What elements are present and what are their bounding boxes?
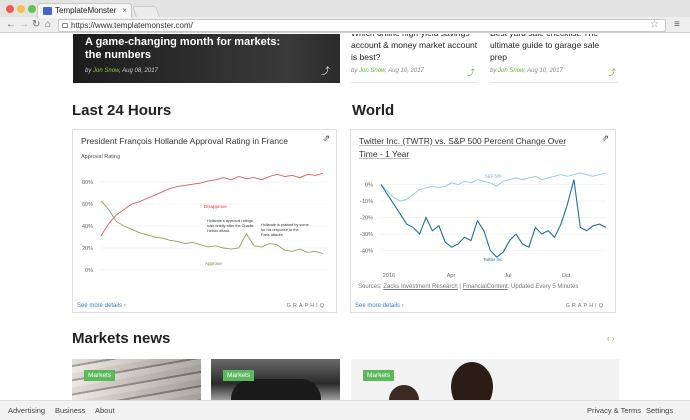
y-tick-label: 80% — [82, 180, 93, 186]
close-window-icon[interactable] — [6, 5, 14, 13]
series-label: Twitter Inc. — [483, 257, 503, 262]
y-tick-label: -10% — [360, 199, 373, 205]
news-card[interactable]: Markets — [351, 359, 619, 400]
y-tick-label: -20% — [360, 216, 373, 222]
featured-author[interactable]: Jon Snow — [93, 68, 119, 74]
news-card[interactable]: Markets — [211, 359, 340, 400]
annotation: Hollande is praised by some for his respo… — [261, 223, 309, 237]
category-badge[interactable]: Markets — [223, 370, 255, 381]
address-bar[interactable]: https://www.templatemonster.com/ ☆ — [58, 19, 666, 32]
share-icon[interactable]: ⤴ — [321, 64, 330, 77]
source-link[interactable]: FinancialContent — [463, 284, 508, 290]
approval-chart: Approval Rating 0% 20% 40% 60% 80% Disapprove A… — [81, 154, 328, 274]
series-line — [380, 179, 607, 258]
see-more-link[interactable]: See more details › — [355, 303, 404, 309]
y-axis-label: Approval Rating — [81, 154, 120, 160]
share-icon[interactable]: ⤴ — [608, 67, 616, 78]
article-title[interactable]: Best yard sale checklist: The ultimate g… — [490, 34, 618, 63]
section-title-markets-news: Markets news — [72, 330, 171, 347]
minimize-window-icon[interactable] — [17, 5, 25, 13]
y-tick-label: 20% — [82, 246, 93, 252]
favicon-icon — [43, 7, 52, 15]
featured-byline: by Jon Snow, Aug 08, 2017 — [85, 68, 158, 74]
article-title[interactable]: Which online high-yield savings account … — [351, 34, 479, 63]
carousel-prev-icon[interactable]: ‹ — [607, 334, 610, 343]
featured-article[interactable]: A game-changing month for markets: the n… — [73, 34, 340, 83]
footer-link-about[interactable]: About — [95, 401, 115, 420]
section-title-world: World — [352, 102, 395, 119]
chart-card-approval: President François Hollande Approval Rat… — [72, 129, 337, 313]
bookmark-star-icon[interactable]: ☆ — [650, 19, 659, 31]
browser-menu-icon[interactable]: ≡ — [674, 19, 680, 31]
y-tick-label: 0% — [85, 268, 93, 274]
series-label-approve: Approve — [205, 261, 222, 266]
back-arrow-icon[interactable]: ← — [6, 18, 16, 32]
carousel-next-icon[interactable]: › — [612, 334, 615, 343]
carousel-arrows: ‹ › — [607, 334, 615, 343]
graphiq-logo: GRAPHIQ — [565, 303, 605, 309]
new-tab-button[interactable] — [131, 6, 161, 17]
x-tick-label: Jul — [504, 273, 511, 279]
close-tab-icon[interactable]: × — [122, 4, 127, 18]
maximize-window-icon[interactable] — [28, 5, 36, 13]
y-tick-label: -30% — [360, 232, 373, 238]
y-tick-label: 40% — [82, 224, 93, 230]
y-tick-label: 60% — [82, 202, 93, 208]
y-tick-label: -40% — [360, 249, 373, 255]
y-tick-label: 0% — [365, 183, 373, 189]
tab-title: TemplateMonster — [55, 6, 117, 15]
forward-arrow-icon[interactable]: → — [19, 18, 29, 32]
article-author: Jon Snow — [359, 68, 386, 74]
source-link[interactable]: Zacks Investment Research — [383, 284, 457, 290]
page-footer: Advertising Business About Privacy & Ter… — [0, 400, 690, 420]
page-content: A game-changing month for markets: the n… — [0, 34, 690, 400]
url-text: https://www.templatemonster.com/ — [71, 21, 193, 30]
home-icon[interactable]: ⌂ — [45, 18, 51, 32]
browser-chrome: TemplateMonster × ← → ↻ ⌂ https://www.te… — [0, 0, 690, 33]
x-tick-label: Oct — [562, 273, 571, 279]
category-badge[interactable]: Markets — [84, 370, 116, 381]
article-card[interactable]: Best yard sale checklist: The ultimate g… — [490, 34, 618, 83]
chart-sources: Sources: Zacks Investment Research | Fin… — [358, 284, 579, 290]
graphiq-logo: GRAPHIQ — [286, 303, 326, 309]
footer-link-business[interactable]: Business — [55, 401, 85, 420]
reload-icon[interactable]: ↻ — [32, 18, 40, 32]
browser-tab[interactable]: TemplateMonster × — [37, 3, 132, 18]
news-card[interactable]: Markets — [72, 359, 201, 400]
series-label-disapprove: Disapprove — [204, 204, 227, 209]
lock-icon — [62, 23, 68, 28]
see-more-link[interactable]: See more details › — [77, 303, 126, 309]
x-tick-label: Apr — [447, 273, 456, 279]
article-card[interactable]: Which online high-yield savings account … — [351, 34, 477, 83]
x-tick-label: 2016 — [383, 273, 395, 279]
section-title-last24: Last 24 Hours — [72, 102, 172, 119]
annotation: Hollande’s approval ratings rose briefly … — [207, 219, 254, 233]
footer-link-privacy[interactable]: Privacy & Terms — [587, 401, 641, 420]
featured-date: Aug 08, 2017 — [122, 68, 158, 74]
series-label: S&P 500 — [485, 174, 502, 179]
featured-title[interactable]: A game-changing month for markets: the n… — [85, 36, 285, 62]
chart-card-twitter: Twitter Inc. (TWTR) vs. S&P 500 Percent … — [350, 129, 616, 313]
category-badge[interactable]: Markets — [363, 370, 395, 381]
footer-link-advertising[interactable]: Advertising — [8, 401, 45, 420]
article-author: Jon Snow — [498, 68, 525, 74]
article-byline: by Jon Snow, Aug 10, 2017 — [351, 68, 424, 74]
share-icon[interactable]: ⤴ — [467, 67, 475, 78]
footer-link-settings[interactable]: Settings — [646, 401, 673, 420]
article-byline: by Jon Snow, Aug 10, 2017 — [490, 68, 563, 74]
